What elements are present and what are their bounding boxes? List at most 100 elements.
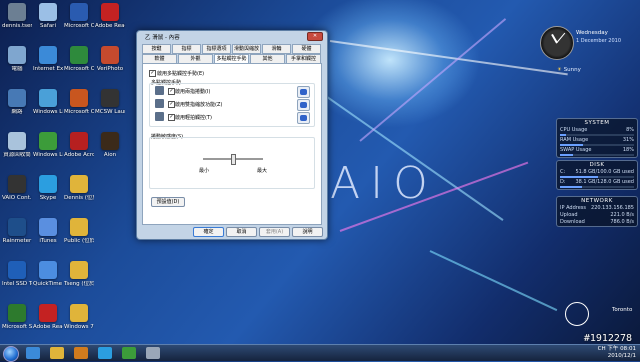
media-icon[interactable] xyxy=(74,347,88,359)
tab[interactable]: 指標選項 xyxy=(202,44,231,54)
desktop-icon[interactable]: Skype xyxy=(33,175,63,201)
desktop-icon[interactable]: 資源回收筒 xyxy=(2,132,32,158)
tab[interactable]: 指標 xyxy=(172,44,201,54)
enable-multitouch-label: 啟用多點觸控手勢(E) xyxy=(157,71,205,77)
system-row-value: 18% xyxy=(622,147,634,153)
desktop-icon-label: Windows Live Mail xyxy=(33,109,63,115)
system-row-label: CPU Usage xyxy=(560,127,588,133)
tab-panel: ✓ 啟用多點觸控手勢(E) 多點觸控手勢 ✓ 啟用兩指捲動(I) ✓ 啟用雙指縮… xyxy=(142,63,322,225)
desktop-icon[interactable]: Public (位於 192.168.1.1) xyxy=(64,218,94,244)
disk-row-value: 38.1 GB/128.0 GB used xyxy=(575,179,634,185)
enable-multitouch-checkbox[interactable]: ✓ xyxy=(149,70,156,77)
sensitivity-slider-thumb[interactable] xyxy=(230,154,236,165)
ie-icon[interactable] xyxy=(26,347,40,359)
language-indicator[interactable]: CH xyxy=(598,346,606,352)
desktop-icon-label: 資源回收筒 xyxy=(3,152,31,158)
desktop-icon[interactable]: Intel SSD Toolbox xyxy=(2,261,32,287)
desktop-icon-label: Internet Explorer xyxy=(33,66,63,72)
help-button[interactable]: 說明 xyxy=(292,227,323,237)
desktop-icon[interactable]: 電腦 xyxy=(2,46,32,72)
clock-widget[interactable] xyxy=(540,26,574,60)
two-finger-scroll-checkbox[interactable]: ✓ xyxy=(168,88,175,95)
two-finger-scroll-settings-button[interactable] xyxy=(297,86,310,98)
background-beam xyxy=(359,18,507,142)
desktop-icon[interactable]: Microsoft Office Wo... xyxy=(64,3,94,29)
cancel-button[interactable]: 取消 xyxy=(226,227,257,237)
desktop-icon[interactable]: Adobe Reader X xyxy=(33,304,63,330)
network-row-value: 786.0 B/s xyxy=(610,219,634,225)
desktop-icon[interactable]: Windows Live Mail xyxy=(33,89,63,115)
desktop-icon[interactable]: QuickTime Player xyxy=(33,261,63,287)
tap-label: 啟用輕拍觸控(T) xyxy=(175,115,212,121)
system-row-label: RAM Usage xyxy=(560,137,589,143)
desktop-icon-label: Safari xyxy=(40,23,56,29)
desktop-icon-label: Intel SSD Toolbox xyxy=(2,281,32,287)
desktop-icon[interactable]: Windows 7 驅動程式 xyxy=(64,304,94,330)
clock-date: 1 December 2010 xyxy=(576,38,622,44)
system-row: RAM Usage 31% xyxy=(557,137,637,144)
desktop-icon-label: Dennis (位於 192.168.1.1) xyxy=(64,195,94,201)
desktop-icon[interactable]: MCSW Launcher xyxy=(95,89,125,115)
system-tray[interactable]: CH 下午 08:01 2010/12/1 xyxy=(598,346,636,360)
desktop-icon-label: Windows 7 驅動程式 xyxy=(64,324,94,330)
system-row: SWAP Usage 18% xyxy=(557,147,637,154)
app-icon xyxy=(39,132,57,150)
desktop-icon[interactable]: Microsoft Office... xyxy=(64,89,94,115)
desktop-icon[interactable]: Internet Explorer xyxy=(33,46,63,72)
close-button[interactable]: ✕ xyxy=(307,32,323,41)
tab[interactable]: 硬體 xyxy=(292,44,321,54)
desktop-icon-label: Microsoft Office Wo... xyxy=(64,23,94,29)
desktop-icon[interactable]: iTunes xyxy=(33,218,63,244)
desktop-icon-label: Public (位於 192.168.1.1) xyxy=(64,238,94,244)
desktop-icon-label: 電腦 xyxy=(11,66,23,72)
app-icon xyxy=(70,175,88,193)
desktop-icon[interactable]: Adobe Acrobat... xyxy=(64,132,94,158)
desktop-icon[interactable]: Adobe Reader xyxy=(95,3,125,29)
control-panel-icon[interactable] xyxy=(146,347,160,359)
tap-icon xyxy=(155,112,164,121)
desktop-icon[interactable]: Tseng (位於 192.168.1.1) xyxy=(64,261,94,287)
system-row: CPU Usage 8% xyxy=(557,127,637,134)
desktop-icon[interactable]: Windows Live Mess... xyxy=(33,132,63,158)
pinch-zoom-checkbox[interactable]: ✓ xyxy=(168,101,175,108)
app-icon xyxy=(101,3,119,21)
app-icon xyxy=(70,89,88,107)
desktop-icon[interactable]: VAIO Cont... xyxy=(2,175,32,201)
dialog-titlebar[interactable]: 乙 滑鼠 - 內容 ✕ xyxy=(137,31,327,42)
app-icon xyxy=(39,218,57,236)
tap-settings-button[interactable] xyxy=(297,112,310,124)
messenger-icon[interactable] xyxy=(122,347,136,359)
desktop-icon[interactable]: 網路 xyxy=(2,89,32,115)
desktop-icon-label: dennis.tseng xyxy=(2,23,32,29)
tap-checkbox[interactable]: ✓ xyxy=(168,114,175,121)
desktop-icon[interactable]: Microsoft Office Ex... xyxy=(64,46,94,72)
desktop-icon[interactable]: Dennis (位於 192.168.1.1) xyxy=(64,175,94,201)
desktop-icon[interactable]: dennis.tseng xyxy=(2,3,32,29)
desktop-icon[interactable]: Microsoft Security... xyxy=(2,304,32,330)
desktop-icon-label: Windows Live Mess... xyxy=(33,152,63,158)
desktop-icon[interactable]: Rainmeter xyxy=(2,218,32,244)
apply-button[interactable]: 套用(A) xyxy=(259,227,290,237)
app-icon xyxy=(39,89,57,107)
weather-widget[interactable]: ☀ Sunny xyxy=(557,67,637,77)
tab[interactable]: 按鍵 xyxy=(142,44,171,54)
ok-button[interactable]: 確定 xyxy=(193,227,224,237)
skype-icon[interactable] xyxy=(98,347,112,359)
network-row: Upload 221.0 B/s xyxy=(557,212,637,219)
app-icon xyxy=(8,132,26,150)
app-icon xyxy=(8,218,26,236)
network-row-value: 221.0 B/s xyxy=(610,212,634,218)
desktop-icon[interactable]: Safari xyxy=(33,3,63,29)
restore-defaults-button[interactable]: 預設值(D) xyxy=(151,197,185,207)
app-icon xyxy=(8,304,26,322)
app-icon xyxy=(70,304,88,322)
system-usage-fill xyxy=(560,134,566,136)
settings-icon xyxy=(300,102,307,108)
tab[interactable]: 滑輪 xyxy=(262,44,291,54)
tab[interactable]: 滑動與縮放 xyxy=(232,44,261,54)
folder-icon[interactable] xyxy=(50,347,64,359)
desktop-icon[interactable]: Aion xyxy=(95,132,125,158)
desktop-icon[interactable]: VeriPhoto xyxy=(95,46,125,72)
pinch-zoom-settings-button[interactable] xyxy=(297,99,310,111)
app-icon xyxy=(70,3,88,21)
